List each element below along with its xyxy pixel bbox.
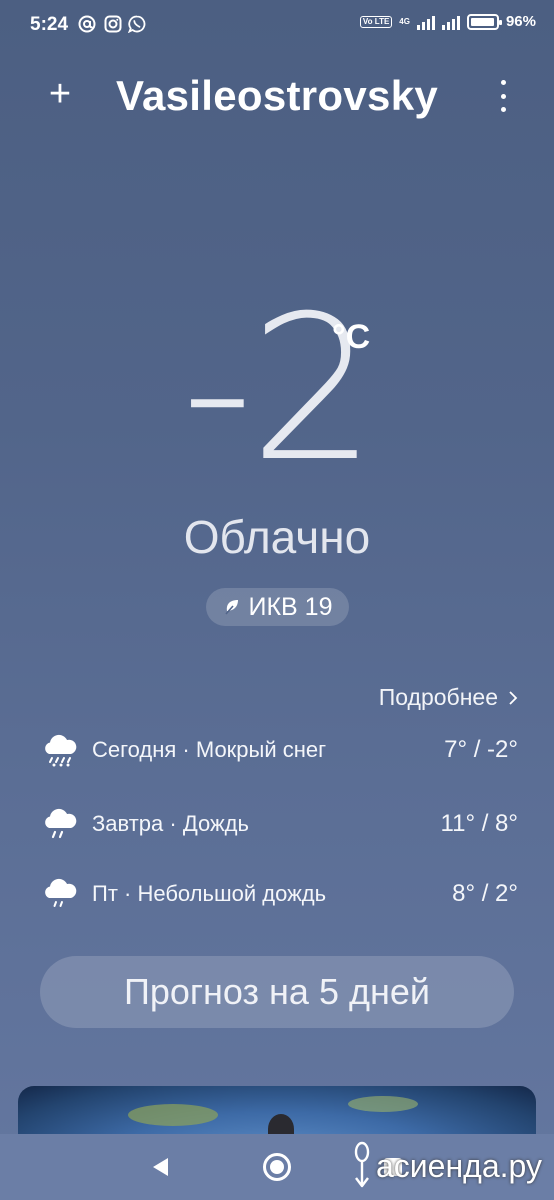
details-link[interactable]: Подробнее <box>379 684 518 711</box>
chevron-right-icon <box>509 690 518 705</box>
forecast-label: Сегодня · Мокрый снег <box>92 737 327 762</box>
forecast-row-today[interactable]: Сегодня · Мокрый снег 7° / -2° <box>40 730 518 770</box>
signal-icon <box>416 14 435 30</box>
aqi-label: ИКВ 19 <box>248 592 333 621</box>
signal-icon-2 <box>441 14 460 30</box>
forecast-label: Пт · Небольшой дождь <box>92 881 327 906</box>
status-time: 5:24 <box>30 14 69 35</box>
battery-percent: 96% <box>505 13 536 30</box>
forecast-row-friday[interactable]: Пт · Небольшой дождь 8° / 2° <box>40 874 518 914</box>
earth-land <box>128 1104 218 1126</box>
sleet-icon <box>45 734 77 767</box>
watermark-text: асиенда.ру <box>376 1147 542 1184</box>
at-icon <box>78 15 96 33</box>
earth-land <box>348 1096 418 1112</box>
battery-fill <box>470 17 494 26</box>
network-type: 4G <box>399 16 410 26</box>
aqi-badge[interactable]: ИКВ 19 <box>206 588 349 626</box>
forecast-row-tomorrow[interactable]: Завтра · Дождь 11° / 8° <box>40 804 518 844</box>
light-rain-icon <box>45 878 77 907</box>
more-options-button[interactable] <box>496 80 510 112</box>
watermark-logo-icon <box>354 1141 370 1188</box>
five-day-forecast-button[interactable]: Прогноз на 5 дней <box>40 956 514 1028</box>
battery-icon <box>466 13 502 30</box>
forecast-temp: 8° / 2° <box>452 880 518 907</box>
watermark: асиенда.ру <box>350 1140 542 1192</box>
forecast-temp: 11° / 8° <box>440 810 518 837</box>
status-bar: 5:24 Vo LTE 4G 96% <box>0 0 554 52</box>
rain-icon <box>45 808 77 839</box>
status-right: Vo LTE 4G 96% <box>359 13 536 30</box>
current-condition: Облачно <box>183 511 371 563</box>
instagram-icon <box>104 15 122 33</box>
forecast-temp: 7° / -2° <box>444 736 518 763</box>
menu-dot-icon <box>500 80 506 85</box>
home-icon[interactable] <box>263 1153 291 1181</box>
back-icon[interactable] <box>150 1156 170 1178</box>
menu-dot-icon <box>500 107 506 112</box>
details-label: Подробнее <box>378 684 498 710</box>
forecast-label: Завтра · Дождь <box>92 811 249 836</box>
volte-badge: Vo LTE <box>359 15 393 28</box>
temperature-unit: °C <box>332 318 371 356</box>
whatsapp-icon <box>128 15 146 33</box>
leaf-icon <box>224 600 238 615</box>
city-title: Vasileostrovsky <box>115 72 439 119</box>
menu-dot-icon <box>500 93 506 99</box>
current-temperature: -2 <box>181 273 376 506</box>
